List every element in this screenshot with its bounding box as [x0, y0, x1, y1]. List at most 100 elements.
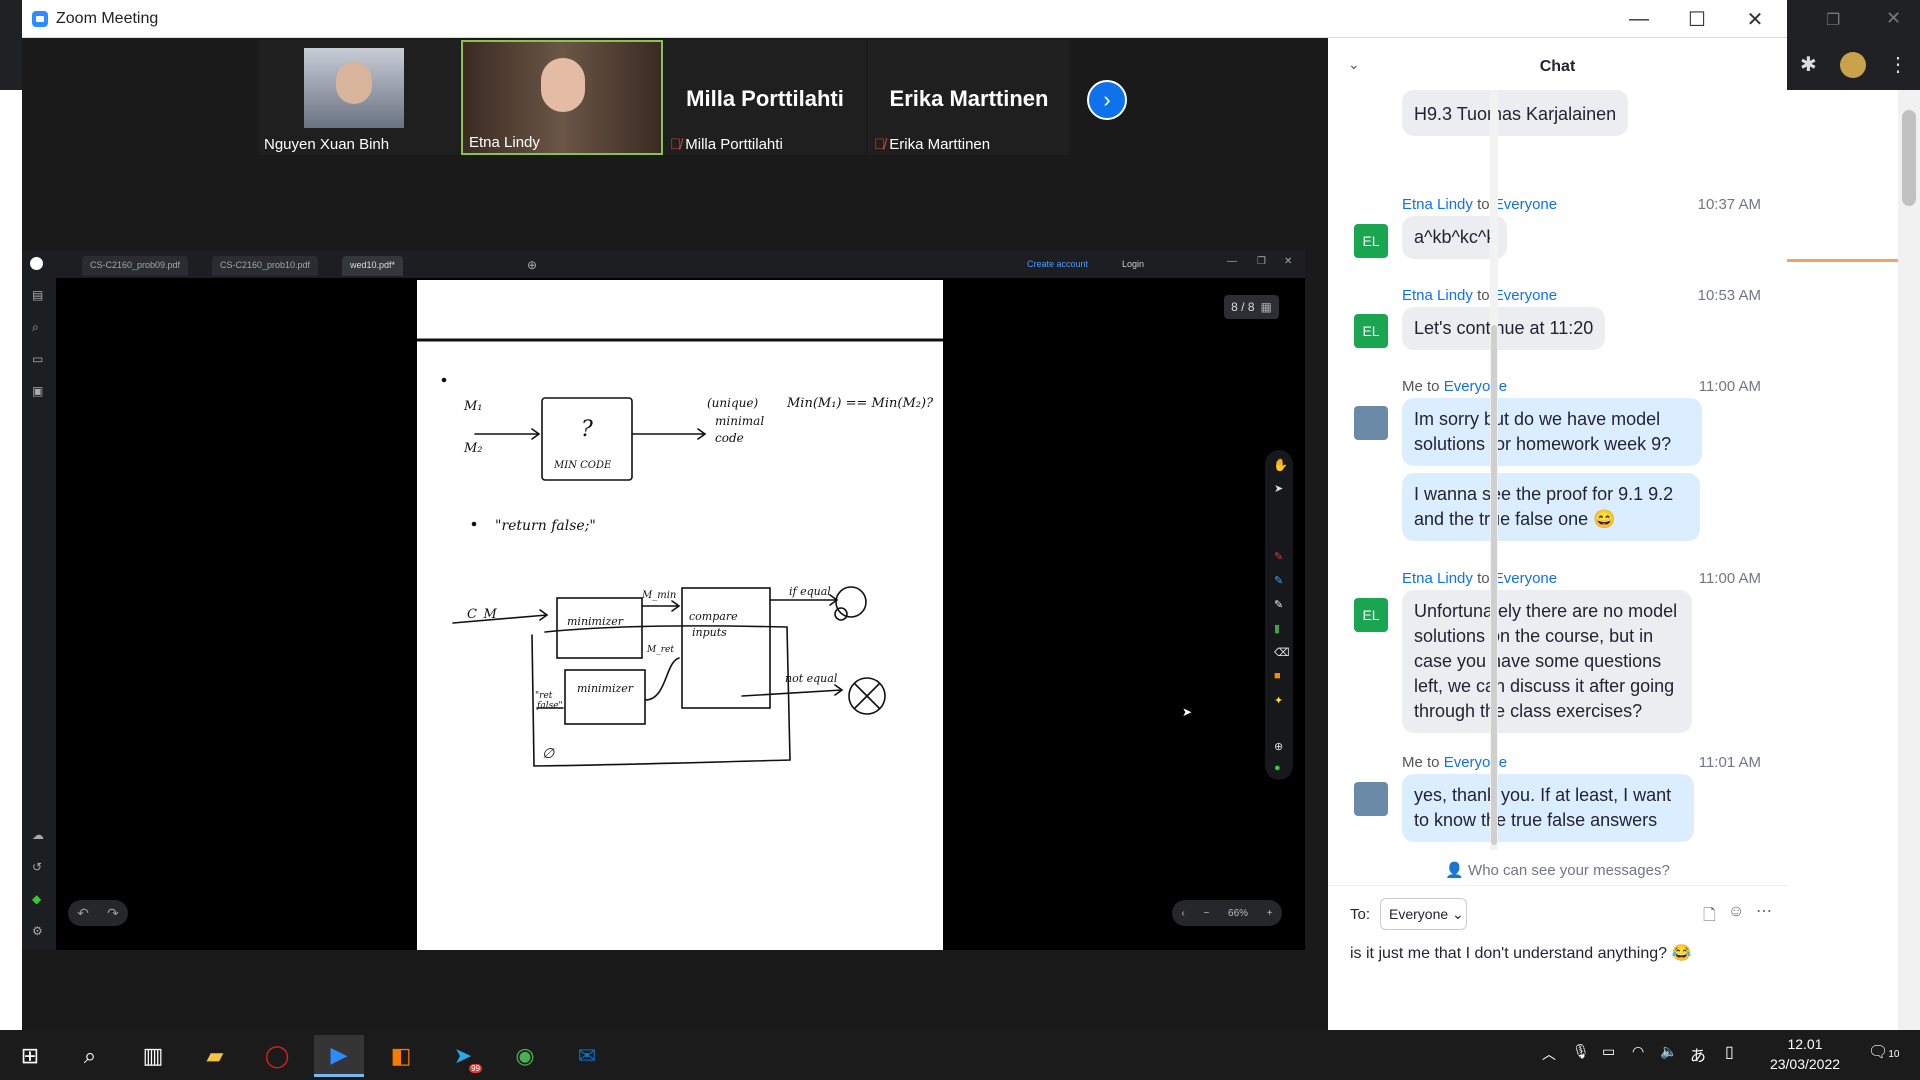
undo-icon[interactable]: ↶	[77, 905, 89, 922]
outlook-icon[interactable]: ✉	[562, 1035, 612, 1077]
zoom-level: 66%	[1228, 907, 1249, 919]
highlighter-green-icon[interactable]: ▮	[1274, 622, 1280, 635]
show-hidden-icons[interactable]: ︿	[1542, 1044, 1556, 1064]
recipient-bar: To: Everyone ⌄ 🗋 ☺ ⋯	[1328, 888, 1787, 938]
shared-restore-icon[interactable]: ❐	[1257, 256, 1266, 267]
who-can-see-link[interactable]: 👤 Who can see your messages?	[1328, 856, 1787, 886]
avatar[interactable]: EL	[1354, 224, 1388, 258]
chat-input[interactable]: is it just me that I don't understand an…	[1350, 943, 1770, 983]
recipient-name[interactable]: Everyone	[1494, 570, 1557, 587]
login-button[interactable]: Login	[1122, 259, 1144, 269]
more-icon[interactable]: ⋯	[1756, 901, 1772, 921]
volume-icon[interactable]: 🔈	[1660, 1043, 1677, 1060]
page-indicator[interactable]: 8 / 8 ▦	[1224, 295, 1279, 319]
close-button[interactable]: ✕	[1726, 0, 1784, 38]
tab-wed10[interactable]: wed10.pdf*	[342, 256, 404, 276]
avatar[interactable]	[1354, 782, 1388, 816]
settings-icon[interactable]: ⚙	[32, 924, 43, 938]
shared-close-icon[interactable]: ✕	[1284, 256, 1292, 267]
search-icon[interactable]: ⌕	[65, 1035, 115, 1077]
chrome-icon[interactable]: ◉	[500, 1035, 550, 1077]
sync-tool-icon[interactable]: ●	[1274, 762, 1281, 774]
extensions-icon[interactable]: ✱	[1800, 52, 1817, 77]
chevron-down-icon: ⌄	[1452, 906, 1464, 922]
recipient-name[interactable]: Everyone	[1494, 196, 1557, 213]
files-icon[interactable]: ▤	[32, 288, 43, 302]
opera-icon[interactable]: ◯	[252, 1035, 302, 1077]
zoom-taskbar-icon[interactable]: ▶	[314, 1035, 364, 1077]
browser-menu-icon[interactable]: ⋮	[1888, 52, 1908, 77]
notifications-icon[interactable]: 🗨10	[1868, 1042, 1899, 1062]
pen-red-icon[interactable]: ✎	[1274, 550, 1283, 563]
avatar[interactable]	[1354, 406, 1388, 440]
sender-name[interactable]: Etna Lindy	[1402, 570, 1473, 587]
tab-prob09[interactable]: CS-C2160_prob09.pdf	[82, 256, 189, 276]
chat-messages[interactable]: H9.3 Tuomas Karjalainen Etna Lindy to Ev…	[1328, 90, 1787, 890]
ime-icon[interactable]: あ	[1690, 1042, 1706, 1066]
recipient-name[interactable]: Everyone	[1494, 287, 1557, 304]
store-icon[interactable]: ◆	[32, 892, 41, 906]
name-tile-erika[interactable]: Erika Marttinen 🎙̸ Erika Marttinen	[868, 40, 1070, 155]
message-header: Etna Lindy to Everyone	[1402, 570, 1557, 587]
wifi-icon[interactable]: ◠	[1632, 1043, 1644, 1060]
zoom-out-icon[interactable]: −	[1203, 908, 1209, 919]
muted-mic-icon: 🎙̸	[874, 136, 886, 153]
zoom-in-icon[interactable]: +	[1267, 908, 1273, 919]
profile-avatar[interactable]	[1840, 52, 1866, 78]
save-icon[interactable]: ▣	[32, 384, 43, 398]
new-tab-button[interactable]: ⊕	[527, 258, 537, 272]
hand-tool-icon[interactable]: ✋	[1273, 458, 1288, 472]
prev-page-icon[interactable]: ‹	[1181, 908, 1184, 919]
participant-name-label: 🎙̸ Erika Marttinen	[874, 136, 990, 153]
start-button[interactable]: ⊞	[5, 1035, 55, 1077]
pdf-reader-icon[interactable]: ◧	[376, 1035, 426, 1077]
pen-white-icon[interactable]: ✎	[1274, 598, 1283, 611]
redo-icon[interactable]: ↷	[107, 905, 119, 922]
name-tile-milla[interactable]: Milla Porttilahti 🎙̸ Milla Porttilahti	[664, 40, 866, 155]
file-explorer-icon[interactable]: ▰	[190, 1035, 240, 1077]
sender-name[interactable]: Etna Lindy	[1402, 196, 1473, 213]
tab-prob10[interactable]: CS-C2160_prob10.pdf	[212, 256, 319, 276]
recipient-select[interactable]: Everyone ⌄	[1380, 898, 1467, 930]
video-tile-nguyen[interactable]: Nguyen Xuan Binh	[258, 40, 460, 155]
emoji-icon[interactable]: ☺	[1728, 903, 1744, 921]
browser-scroll-thumb[interactable]	[1902, 110, 1916, 206]
chat-bubble: Let's continue at 11:20	[1402, 307, 1606, 350]
eraser-icon[interactable]: ⌫	[1274, 646, 1290, 659]
people-icon: 👤	[1445, 862, 1469, 879]
pen-workspace-icon[interactable]: ▯	[1725, 1042, 1734, 1062]
history-icon[interactable]: ↺	[32, 860, 42, 874]
laser-tool-icon[interactable]: ✦	[1274, 694, 1283, 707]
layout-icon[interactable]: ▭	[32, 352, 43, 366]
add-tool-icon[interactable]: ⊕	[1274, 740, 1283, 753]
browser-close-icon[interactable]: ✕	[1886, 8, 1901, 29]
shape-tool-icon[interactable]: ■	[1274, 670, 1281, 682]
telegram-icon[interactable]: ➤ 99	[438, 1035, 488, 1077]
microphone-icon[interactable]: 🎙	[1572, 1043, 1590, 1060]
sync-icon[interactable]: ☁	[32, 828, 44, 842]
sender-name[interactable]: Etna Lindy	[1402, 287, 1473, 304]
create-account-link[interactable]: Create account	[1027, 259, 1088, 269]
battery-icon[interactable]: ▭	[1602, 1043, 1615, 1060]
browser-restore-icon[interactable]: ❐	[1826, 10, 1840, 30]
browser-scrollbar[interactable]	[1898, 90, 1920, 1030]
task-view-icon[interactable]: ▥	[128, 1035, 178, 1077]
svg-text:∅: ∅	[542, 746, 555, 762]
pointer-tool-icon[interactable]: ➤	[1274, 482, 1283, 495]
clock[interactable]: 12.01 23/03/2022	[1760, 1034, 1850, 1074]
message-header: Etna Lindy to Everyone	[1402, 287, 1557, 304]
grid-view-icon[interactable]: ▦	[1261, 300, 1272, 314]
video-tile-etna[interactable]: Etna Lindy	[461, 40, 663, 155]
chat-scroll-thumb[interactable]	[1491, 325, 1497, 845]
gallery-next-button[interactable]: ›	[1087, 80, 1127, 120]
pen-blue-icon[interactable]: ✎	[1274, 574, 1283, 587]
file-icon[interactable]: 🗋	[1703, 904, 1716, 931]
shared-minimize-icon[interactable]: —	[1227, 256, 1237, 267]
sender-name[interactable]: Me	[1402, 378, 1423, 395]
sender-name[interactable]: Me	[1402, 754, 1423, 771]
maximize-button[interactable]: ☐	[1668, 0, 1726, 38]
search-icon[interactable]: ⌕	[32, 320, 39, 335]
avatar[interactable]: EL	[1354, 314, 1388, 348]
avatar[interactable]: EL	[1354, 598, 1388, 632]
minimize-button[interactable]: —	[1610, 0, 1668, 38]
